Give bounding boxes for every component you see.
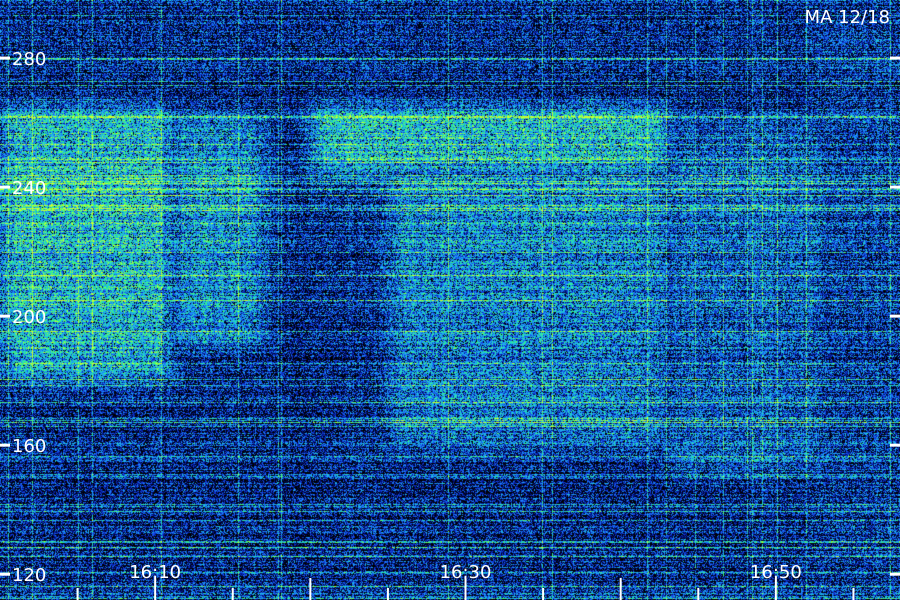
x-tick-label: 16:50 xyxy=(750,562,802,583)
y-tick-label: 120 xyxy=(12,565,46,586)
x-axis-ticks: 16:10 16:30 16:50 xyxy=(76,562,855,600)
y-tick-label: 200 xyxy=(12,307,46,328)
x-tick-label: 16:30 xyxy=(440,562,492,583)
y-tick-label: 240 xyxy=(12,178,46,199)
x-tick-label: 16:10 xyxy=(129,562,181,583)
y-tick-label: 160 xyxy=(12,436,46,457)
chart-overlay: MA 12/18 120 160 200 240 280 16:10 16:30 16:50 xyxy=(0,7,900,600)
chart-title: MA 12/18 xyxy=(805,7,890,28)
y-tick-label: 280 xyxy=(12,49,46,70)
y-axis-ticks: 120 160 200 240 280 xyxy=(0,49,900,586)
